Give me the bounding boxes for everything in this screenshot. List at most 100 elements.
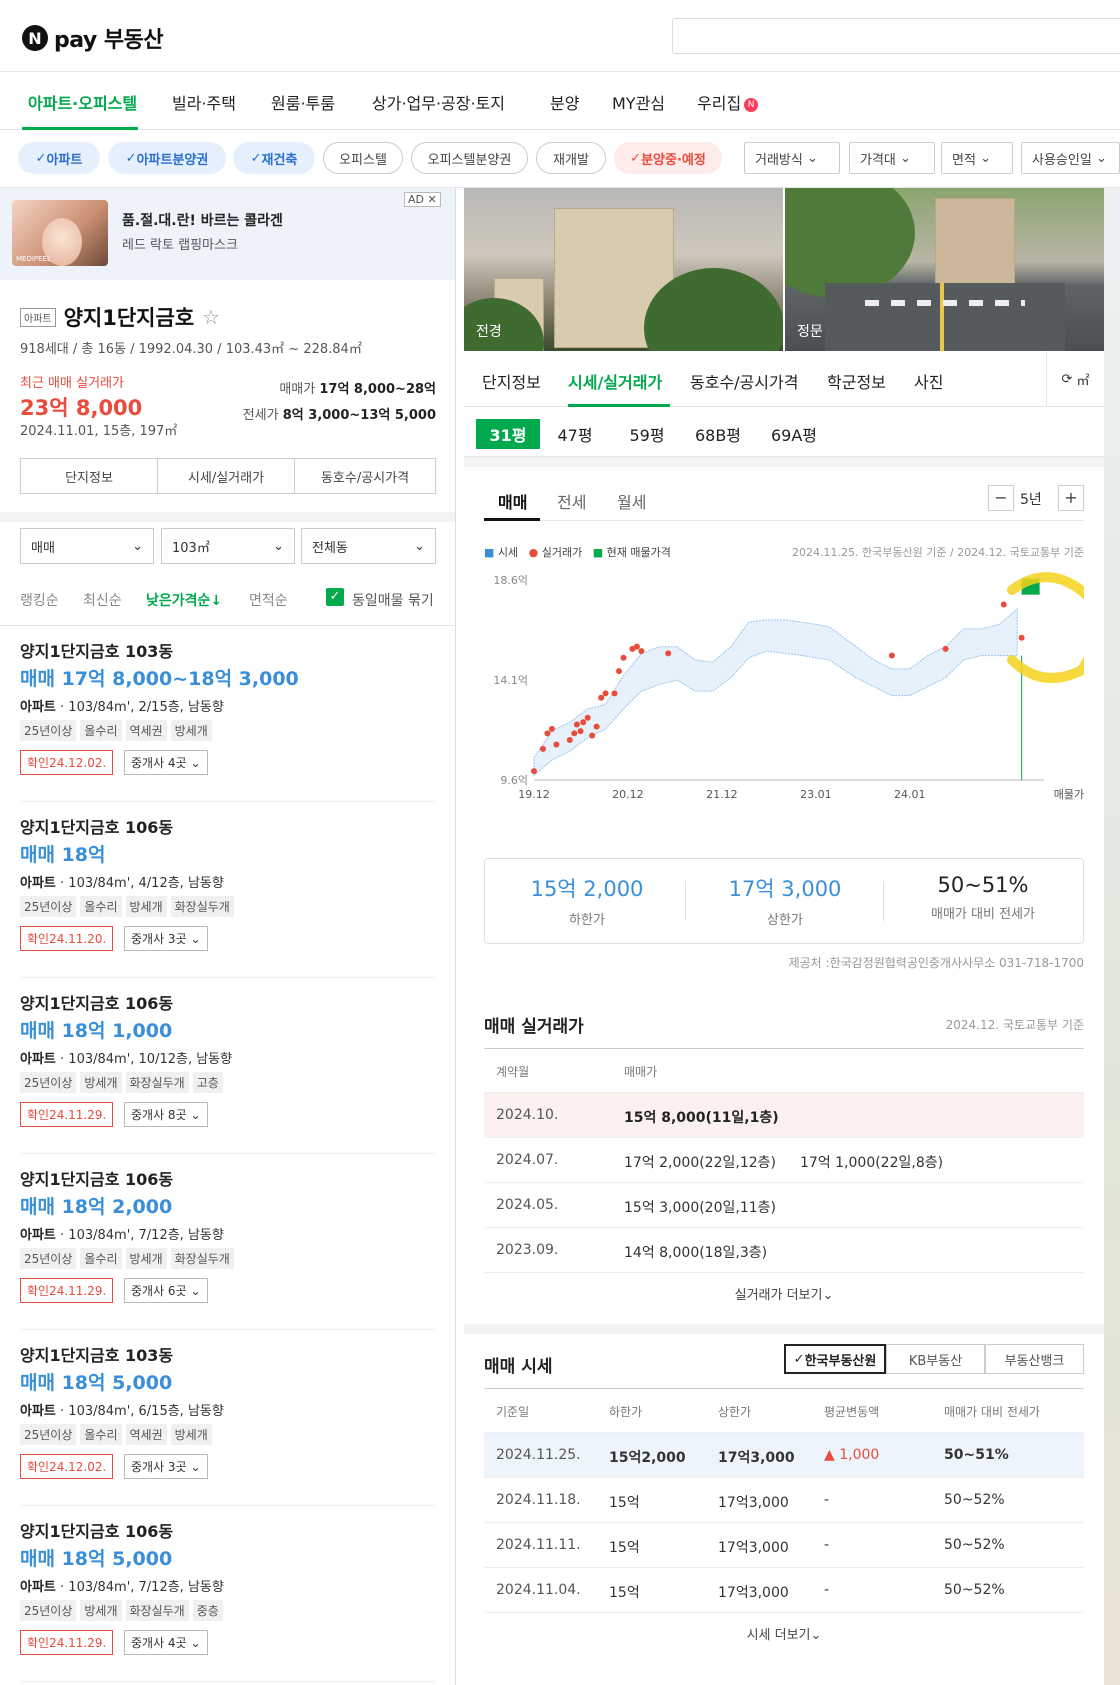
tab-apartment-officetel[interactable]: 아파트·오피스텔	[28, 90, 137, 114]
broker-count: 중개사 4곳	[131, 756, 187, 770]
chip-apartment-presale-right[interactable]: ✓ 아파트분양권	[108, 142, 226, 174]
photo-exterior[interactable]: 전경	[464, 188, 783, 351]
complex-info: 아파트 양지1단지금호 ☆ 918세대 / 총 16동 / 1992.04.30…	[0, 280, 455, 512]
sort-latest[interactable]: 최신순	[83, 590, 122, 610]
table-row[interactable]: 2024.10. 15억 8,000(11일,1층)	[484, 1093, 1084, 1138]
tab-complex-info[interactable]: 단지정보	[482, 369, 541, 393]
select-trade-type[interactable]: 매매 ⌄	[20, 528, 154, 564]
tab-my-home[interactable]: 우리집 N	[697, 90, 759, 114]
listing-desc: 아파트 · 103/84m', 4/12층, 남동향	[20, 876, 224, 891]
quote-ratio: 50~52%	[944, 1492, 1005, 1508]
chip-presale-upcoming[interactable]: ✓ 분양중·예정	[614, 142, 722, 174]
table-row[interactable]: 2024.11.11. 15억 17억3,000 - 50~52%	[484, 1523, 1084, 1568]
tab-commercial[interactable]: 상가·업무·공장·토지	[372, 90, 505, 114]
select-building[interactable]: 전체동 ⌄	[301, 528, 436, 564]
chip-officetel-presale-right[interactable]: 오피스텔분양권	[411, 142, 528, 174]
broker-dropdown[interactable]: 중개사 3곳 ⌄	[124, 926, 208, 951]
quote-high: 17억3,000	[718, 1450, 795, 1466]
period-plus-button[interactable]: +	[1058, 485, 1084, 511]
quotes-more-link[interactable]: 시세 더보기⌄	[484, 1624, 1084, 1643]
table-row[interactable]: 2023.09. 14억 8,000(18일,3층)	[484, 1228, 1084, 1273]
recent-trade-detail: 2024.11.01, 15층, 197㎡	[20, 424, 178, 439]
dropdown-price-range[interactable]: 가격대 ⌄	[849, 142, 935, 174]
sort-area[interactable]: 면적순	[249, 590, 288, 610]
period-minus-button[interactable]: −	[988, 485, 1014, 511]
listing-item[interactable]: 양지1단지금호 106동 매매 18억 아파트 · 103/84m', 4/12…	[20, 802, 436, 978]
tab-unit-price[interactable]: 동호수/공시가격	[690, 369, 798, 393]
close-icon[interactable]: ✕	[428, 193, 437, 206]
tab-price-trade[interactable]: 시세/실거래가	[568, 369, 662, 393]
tab-sale[interactable]: 매매	[498, 489, 527, 513]
select-area[interactable]: 103㎡ ⌄	[161, 528, 295, 564]
size-option[interactable]: 47평	[548, 419, 602, 449]
listing-item[interactable]: 양지1단지금호 106동 매매 18억 2,000 아파트 · 103/84m'…	[20, 1154, 436, 1330]
chip-apartment[interactable]: ✓ 아파트	[18, 142, 100, 174]
quote-date: 2024.11.25.	[496, 1447, 581, 1463]
group-checkbox[interactable]: ✓	[326, 588, 344, 606]
ad-banner[interactable]: MEDIPEEL 품.절.대.란! 바르는 콜라겐 레드 락토 랩핑마스크 AD…	[0, 188, 455, 280]
tab-school[interactable]: 학군정보	[827, 369, 886, 393]
chip-redevelopment[interactable]: 재개발	[536, 142, 606, 174]
table-header: 기준일 하한가 상한가 평균변동액 매매가 대비 전세가	[484, 1388, 1084, 1433]
search-input[interactable]	[672, 18, 1120, 54]
size-option[interactable]: 69A평	[762, 419, 826, 449]
trade-point	[1000, 601, 1007, 608]
broker-dropdown[interactable]: 중개사 8곳 ⌄	[124, 1102, 208, 1127]
tab-my-interest[interactable]: MY관심	[612, 90, 665, 114]
table-row[interactable]: 2024.11.25. 15억2,000 17억3,000 ▲ 1,000 50~51%	[484, 1433, 1084, 1478]
complex-info-button[interactable]: 단지정보	[20, 458, 158, 494]
tab-oneroom-tworoom[interactable]: 원룸·투룸	[271, 90, 335, 114]
table-row[interactable]: 2024.11.18. 15억 17억3,000 - 50~52%	[484, 1478, 1084, 1523]
source-kb[interactable]: KB부동산	[886, 1344, 985, 1374]
naver-pay-logo[interactable]: N pay 부동산	[22, 22, 164, 54]
listing-item[interactable]: 양지1단지금호 103동 매매 17억 8,000~18억 3,000 아파트 …	[20, 626, 436, 802]
chip-reconstruction[interactable]: ✓ 재건축	[233, 142, 315, 174]
listing-item[interactable]: 양지1단지금호 106동 매매 18억 5,000 아파트 · 103/84m'…	[20, 1506, 436, 1682]
dropdown-area[interactable]: 면적 ⌄	[941, 142, 1013, 174]
tab-jeonse[interactable]: 전세	[557, 489, 586, 513]
trades-more-link[interactable]: 실거래가 더보기⌄	[484, 1284, 1084, 1303]
trade-date: 2024.05.	[496, 1197, 559, 1213]
listing-item[interactable]: 양지1단지금호 103동 매매 18억 5,000 아파트 · 103/84m'…	[20, 1330, 436, 1506]
table-row[interactable]: 2024.05. 15억 3,000(20일,11층)	[484, 1183, 1084, 1228]
chevron-down-icon: ⌄	[190, 932, 201, 946]
dropdown-approval-date[interactable]: 사용승인일 ⌄	[1021, 142, 1120, 174]
tab-villa-house[interactable]: 빌라·주택	[172, 90, 236, 114]
broker-dropdown[interactable]: 중개사 4곳 ⌄	[124, 1630, 208, 1655]
map-edge[interactable]	[1104, 188, 1120, 1685]
tab-presale[interactable]: 분양	[550, 90, 579, 114]
star-icon[interactable]: ☆	[202, 305, 220, 329]
listing-item[interactable]: 양지1단지금호 106동 매매 18억 1,000 아파트 · 103/84m'…	[20, 978, 436, 1154]
trade-point	[665, 650, 672, 657]
broker-dropdown[interactable]: 중개사 6곳 ⌄	[124, 1278, 208, 1303]
trade-point	[548, 725, 555, 732]
table-row[interactable]: 2024.11.04. 15억 17억3,000 - 50~52%	[484, 1568, 1084, 1613]
size-option[interactable]: 31평	[476, 419, 540, 449]
price-trade-button[interactable]: 시세/실거래가	[157, 458, 295, 494]
broker-count: 중개사 3곳	[131, 1460, 187, 1474]
tag: 화장실두개	[170, 896, 234, 917]
tag: 25년이상	[20, 1600, 77, 1621]
quote-ratio: 50~52%	[944, 1537, 1005, 1553]
size-option[interactable]: 68B평	[686, 419, 750, 449]
size-option[interactable]: 59평	[620, 419, 674, 449]
unit-toggle[interactable]: ⟳ ㎡	[1046, 351, 1104, 407]
quote-date: 2024.11.04.	[496, 1582, 581, 1598]
broker-dropdown[interactable]: 중개사 3곳 ⌄	[124, 1454, 208, 1479]
broker-dropdown[interactable]: 중개사 4곳 ⌄	[124, 750, 208, 775]
dropdown-transaction-type[interactable]: 거래방식 ⌄	[744, 142, 840, 174]
source-kab[interactable]: ✓ 한국부동산원	[784, 1344, 886, 1374]
tab-photos[interactable]: 사진	[914, 369, 943, 393]
trade-point	[611, 690, 618, 697]
unit-price-button[interactable]: 동호수/공시가격	[294, 458, 436, 494]
chip-officetel[interactable]: 오피스텔	[323, 142, 403, 174]
sort-ranking[interactable]: 랭킹순	[20, 590, 59, 610]
quote-change: -	[824, 1492, 830, 1508]
trade-point	[589, 732, 596, 739]
sort-lowest-price[interactable]: 낮은가격순↓	[146, 590, 222, 610]
source-bank[interactable]: 부동산뱅크	[985, 1344, 1084, 1374]
tab-monthly[interactable]: 월세	[617, 489, 646, 513]
table-row[interactable]: 2024.07. 17억 2,000(22일,12층) 17억 1,000(22일,…	[484, 1138, 1084, 1183]
x-tick-label: 20.12	[612, 788, 644, 801]
photo-gate[interactable]: 정문	[785, 188, 1104, 351]
